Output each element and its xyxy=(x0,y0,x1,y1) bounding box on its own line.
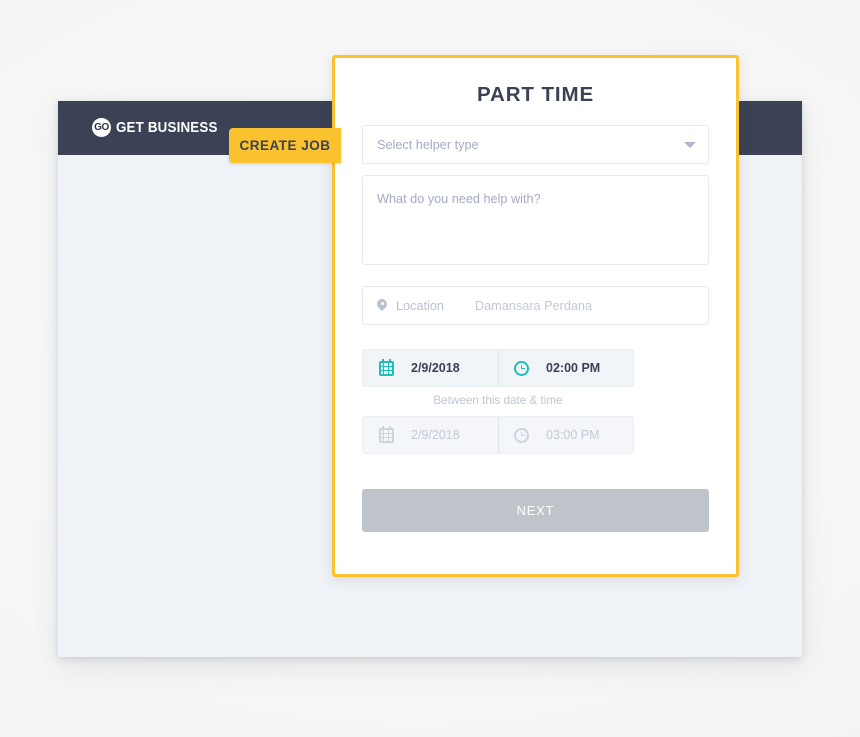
end-datetime-row[interactable]: 2/9/2018 03:00 PM xyxy=(362,416,634,454)
helper-type-placeholder: Select helper type xyxy=(377,137,479,152)
schedule-caption: Between this date & time xyxy=(433,394,563,407)
location-placeholder: Damansara Perdana xyxy=(474,298,593,313)
start-time-value: 02:00 PM xyxy=(546,361,601,375)
job-description-input[interactable]: What do you need help with? xyxy=(362,175,709,265)
brand-name: GET BUSINESS xyxy=(116,119,218,136)
end-time-value: 03:00 PM xyxy=(546,428,600,442)
create-job-label: CREATE JOB xyxy=(239,138,331,153)
clock-icon xyxy=(514,360,529,376)
start-datetime-row[interactable]: 2/9/2018 02:00 PM xyxy=(362,349,634,387)
location-input[interactable]: Location Damansara Perdana xyxy=(362,286,709,325)
go-badge-icon: GO xyxy=(92,118,111,137)
start-date-value: 2/9/2018 xyxy=(411,361,460,375)
location-label: Location xyxy=(396,298,444,313)
end-date-value: 2/9/2018 xyxy=(411,428,460,442)
create-job-tab[interactable]: CREATE JOB xyxy=(229,128,341,163)
create-job-modal: PART TIME Select helper type What do you… xyxy=(332,55,739,577)
calendar-icon xyxy=(379,358,394,376)
next-button[interactable]: NEXT xyxy=(362,489,709,532)
calendar-icon xyxy=(379,425,394,443)
start-date-cell[interactable]: 2/9/2018 xyxy=(363,350,498,386)
brand-logo[interactable]: GO GET BUSINESS xyxy=(92,118,226,137)
start-time-cell[interactable]: 02:00 PM xyxy=(498,350,633,386)
location-pin-icon xyxy=(377,299,387,313)
end-time-cell[interactable]: 03:00 PM xyxy=(498,417,633,453)
end-date-cell[interactable]: 2/9/2018 xyxy=(363,417,498,453)
modal-title: PART TIME xyxy=(476,83,595,106)
clock-icon xyxy=(514,427,529,443)
helper-type-select[interactable]: Select helper type xyxy=(362,125,709,164)
modal-body: Select helper type What do you need help… xyxy=(335,125,736,532)
chevron-down-icon[interactable] xyxy=(684,141,696,148)
job-description-placeholder: What do you need help with? xyxy=(377,192,541,206)
